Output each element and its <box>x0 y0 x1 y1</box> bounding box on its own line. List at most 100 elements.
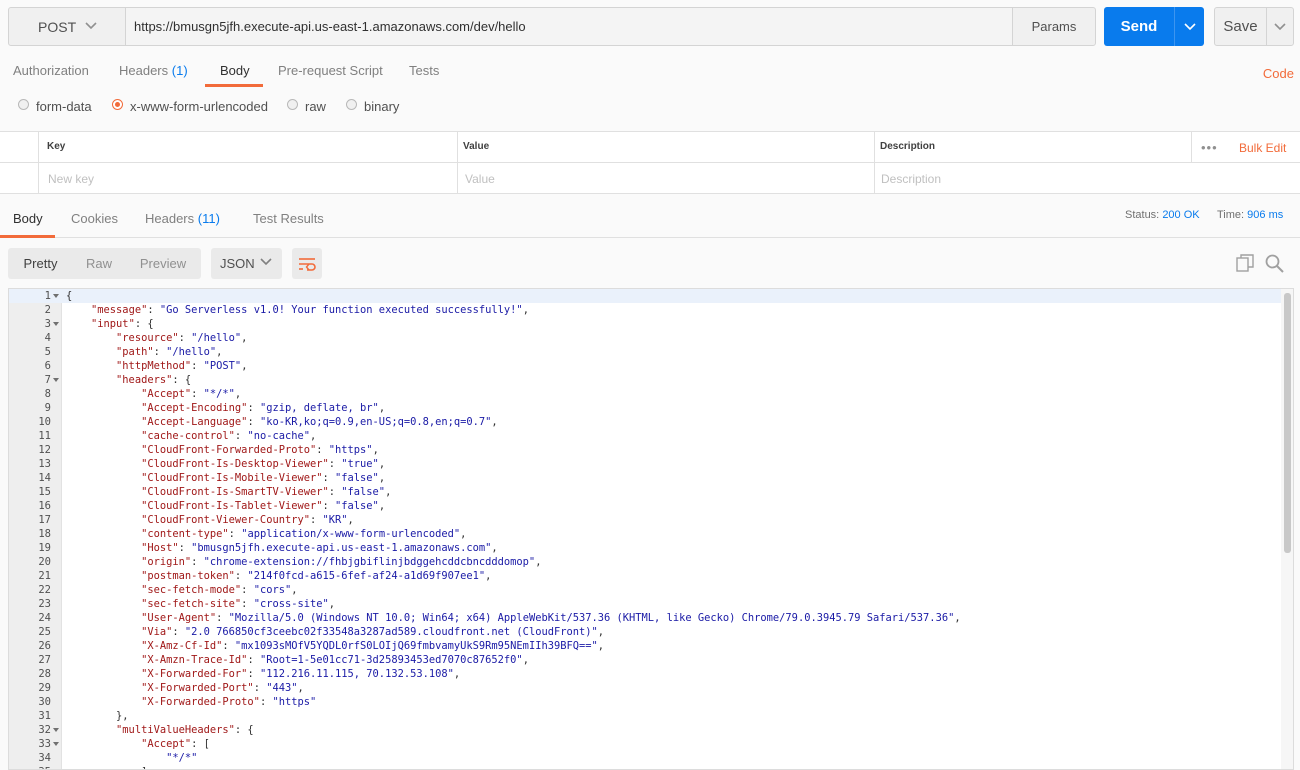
radio-binary[interactable]: binary <box>346 99 399 114</box>
new-description-input[interactable]: Description <box>881 172 941 186</box>
line-number: 34 <box>38 752 51 764</box>
json-key: "resource" <box>116 332 179 344</box>
json-string: "mx1093sMOfV5YQDL0rfS0LOIjQ69fmbvamyUkS9… <box>234 640 598 652</box>
json-string: "/hello" <box>166 346 217 358</box>
line-number: 30 <box>38 696 51 708</box>
code-text: "Host": "bmusgn5jfh.execute-api.us-east-… <box>141 542 498 554</box>
code-line: 25 "Via": "2.0 766850cf3ceebc02f33548a32… <box>9 625 1281 639</box>
method-select[interactable]: POST <box>8 7 126 46</box>
response-tab-body[interactable]: Body <box>13 211 43 226</box>
line-number: 14 <box>38 472 51 484</box>
new-value-input[interactable]: Value <box>465 172 495 186</box>
radio-label: binary <box>364 99 400 114</box>
more-options-icon[interactable]: ••• <box>1201 140 1218 155</box>
bulk-edit-link[interactable]: Bulk Edit <box>1239 141 1286 155</box>
json-string: "false" <box>335 472 379 484</box>
code-text: "X-Forwarded-Proto": "https" <box>141 696 317 708</box>
code-text: "X-Amzn-Trace-Id": "Root=1-5e01cc71-3d25… <box>141 654 529 666</box>
radio-urlencoded[interactable]: x-www-form-urlencoded <box>112 99 268 114</box>
response-tab-headers[interactable]: Headers (11) <box>145 211 220 226</box>
line-number: 17 <box>38 514 51 526</box>
code-text: "Accept-Encoding": "gzip, deflate, br", <box>141 402 386 414</box>
code-line: 13 "CloudFront-Is-Desktop-Viewer": "true… <box>9 457 1281 471</box>
code-line: 16 "CloudFront-Is-Tablet-Viewer": "false… <box>9 499 1281 513</box>
scrollbar-thumb[interactable] <box>1284 293 1291 553</box>
json-string: "KR" <box>322 514 348 526</box>
radio-form-data[interactable]: form-data <box>18 99 92 114</box>
send-options-button[interactable] <box>1174 7 1204 46</box>
code-text: "headers": { <box>116 374 192 386</box>
line-number: 33 <box>38 738 51 750</box>
fold-toggle-icon[interactable] <box>53 322 59 326</box>
tab-prerequest-script[interactable]: Pre-request Script <box>278 63 383 78</box>
json-string: "*/*" <box>203 388 235 400</box>
url-input[interactable]: https://bmusgn5jfh.execute-api.us-east-1… <box>125 7 1013 46</box>
json-string: "Root=1-5e01cc71-3d25893453ed7070c87652f… <box>259 654 523 666</box>
radio-circle <box>18 99 29 110</box>
save-button[interactable]: Save <box>1214 7 1267 46</box>
params-button[interactable]: Params <box>1012 7 1096 46</box>
tab-tests[interactable]: Tests <box>409 63 439 78</box>
json-key: "X-Forwarded-Port" <box>141 682 254 694</box>
code-text: "resource": "/hello", <box>116 332 248 344</box>
json-key: "User-Agent" <box>141 612 217 624</box>
format-select[interactable]: JSON <box>211 248 282 279</box>
code-text: "User-Agent": "Mozilla/5.0 (Windows NT 1… <box>141 612 961 624</box>
fold-toggle-icon[interactable] <box>53 728 59 732</box>
raw-button[interactable]: Raw <box>73 248 125 279</box>
fold-toggle-icon[interactable] <box>53 294 59 298</box>
body-type-options: form-data x-www-form-urlencoded raw bina… <box>0 96 600 120</box>
pretty-button[interactable]: Pretty <box>8 248 73 279</box>
wrap-lines-button[interactable] <box>292 248 322 279</box>
code-text: "sec-fetch-mode": "cors", <box>141 584 298 596</box>
radio-raw[interactable]: raw <box>287 99 326 114</box>
code-line: 33 "Accept": [ <box>9 737 1281 751</box>
line-number: 3 <box>44 318 51 330</box>
preview-button[interactable]: Preview <box>125 248 201 279</box>
code-text: "CloudFront-Is-Mobile-Viewer": "false", <box>141 472 386 484</box>
copy-icon[interactable] <box>1236 254 1255 273</box>
code-text: "path": "/hello", <box>116 346 223 358</box>
json-string: "false" <box>335 500 379 512</box>
send-button[interactable]: Send <box>1104 7 1174 46</box>
time-value: 906 ms <box>1247 209 1284 221</box>
code-line: 14 "CloudFront-Is-Mobile-Viewer": "false… <box>9 471 1281 485</box>
code-line: 7 "headers": { <box>9 373 1281 387</box>
line-number: 25 <box>38 626 51 638</box>
tab-headers[interactable]: Headers (1) <box>119 63 188 78</box>
tab-headers-label: Headers <box>119 63 169 78</box>
code-line: 6 "httpMethod": "POST", <box>9 359 1281 373</box>
json-string: "112.216.11.115, 70.132.53.108" <box>259 668 454 680</box>
json-key: "headers" <box>116 374 173 386</box>
json-string: "application/x-www-form-urlencoded" <box>241 528 461 540</box>
code-text: "CloudFront-Is-SmartTV-Viewer": "false", <box>141 486 392 498</box>
response-body-viewer[interactable]: 1{2 "message": "Go Serverless v1.0! Your… <box>8 288 1294 770</box>
code-text: "origin": "chrome-extension://fhbjgbifli… <box>141 556 542 568</box>
code-line: 5 "path": "/hello", <box>9 345 1281 359</box>
tab-body[interactable]: Body <box>220 63 250 78</box>
line-number: 29 <box>38 682 51 694</box>
new-key-input[interactable]: New key <box>48 172 94 186</box>
fold-toggle-icon[interactable] <box>53 378 59 382</box>
code-text: "httpMethod": "POST", <box>116 360 248 372</box>
column-divider <box>38 132 39 194</box>
json-key: "X-Amz-Cf-Id" <box>141 640 223 652</box>
request-tabs: Authorization Headers (1) Body Pre-reque… <box>0 56 1300 88</box>
line-number: 35 <box>9 765 51 769</box>
tab-authorization[interactable]: Authorization <box>13 63 89 78</box>
code-text: "Accept-Language": "ko-KR,ko;q=0.9,en-US… <box>141 416 498 428</box>
json-key: "path" <box>116 346 154 358</box>
response-tab-test-results[interactable]: Test Results <box>253 211 324 226</box>
response-tab-cookies[interactable]: Cookies <box>71 211 118 226</box>
json-key: "X-Forwarded-For" <box>141 668 248 680</box>
chevron-down-icon <box>260 258 272 266</box>
value-column-header: Value <box>463 141 490 152</box>
save-options-button[interactable] <box>1266 7 1294 46</box>
json-key: "httpMethod" <box>116 360 192 372</box>
json-string: "chrome-extension://fhbjgbiflinjbdggehcd… <box>203 556 536 568</box>
scrollbar[interactable] <box>1281 289 1293 769</box>
json-string: "*/*" <box>166 752 198 764</box>
code-link[interactable]: Code <box>1263 66 1294 81</box>
fold-toggle-icon[interactable] <box>53 742 59 746</box>
search-icon[interactable] <box>1265 254 1284 273</box>
